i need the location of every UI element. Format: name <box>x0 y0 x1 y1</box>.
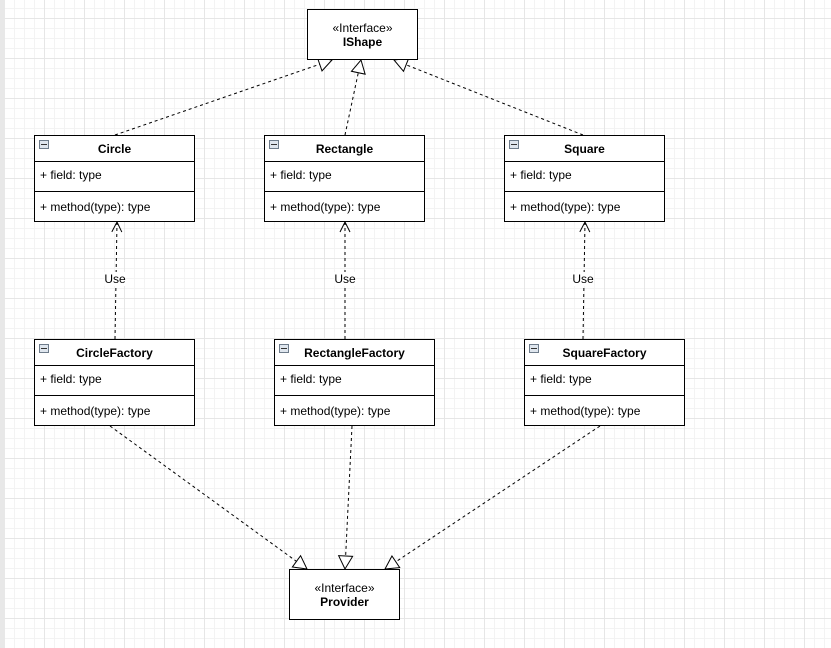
use-label: Use <box>334 272 356 286</box>
collapse-icon[interactable] <box>279 344 289 353</box>
realization-arrowhead <box>337 555 354 571</box>
interface-provider[interactable]: «Interface» Provider <box>289 569 400 620</box>
class-name: CircleFactory <box>76 346 153 360</box>
use-label: Use <box>104 272 126 286</box>
class-name: SquareFactory <box>562 346 647 360</box>
collapse-icon[interactable] <box>269 140 279 149</box>
realization-arrowhead <box>393 57 410 73</box>
class-method[interactable]: + method(type): type <box>505 192 664 222</box>
collapse-icon[interactable] <box>39 140 49 149</box>
use-label: Use <box>572 272 594 286</box>
class-method[interactable]: + method(type): type <box>35 396 194 426</box>
interface-name: Provider <box>320 594 369 609</box>
connectors <box>109 57 601 571</box>
collapse-icon[interactable] <box>509 140 519 149</box>
class-name: Circle <box>97 142 132 156</box>
class-circle-factory[interactable]: CircleFactory + field: type + method(typ… <box>34 339 195 426</box>
realization-arrowhead <box>291 554 308 570</box>
circle-implements-ishape[interactable] <box>114 63 320 136</box>
class-method[interactable]: + method(type): type <box>35 192 194 222</box>
class-field[interactable]: + field: type <box>35 366 194 396</box>
class-rectangle[interactable]: Rectangle + field: type + method(type): … <box>264 135 425 222</box>
class-name: Square <box>564 142 605 156</box>
class-field[interactable]: + field: type <box>35 162 194 192</box>
interface-name: IShape <box>342 34 383 49</box>
collapse-icon[interactable] <box>529 344 539 353</box>
class-method[interactable]: + method(type): type <box>525 396 684 426</box>
class-field[interactable]: + field: type <box>275 366 434 396</box>
class-field[interactable]: + field: type <box>265 162 424 192</box>
class-name: RectangleFactory <box>304 346 405 360</box>
interface-ishape[interactable]: «Interface» IShape <box>307 9 418 60</box>
stereotype: «Interface» <box>314 580 375 595</box>
class-field[interactable]: + field: type <box>505 162 664 192</box>
collapse-icon[interactable] <box>39 344 49 353</box>
realization-arrowhead <box>384 554 401 570</box>
class-method[interactable]: + method(type): type <box>275 396 434 426</box>
class-square-factory[interactable]: SquareFactory + field: type + method(typ… <box>524 339 685 426</box>
class-rectangle-factory[interactable]: RectangleFactory + field: type + method(… <box>274 339 435 426</box>
class-name: Rectangle <box>315 142 374 156</box>
square-implements-ishape[interactable] <box>405 64 584 136</box>
stereotype: «Interface» <box>332 20 393 35</box>
circlefactory-implements-provider[interactable] <box>109 425 297 562</box>
rectanglefactory-implements-provider[interactable] <box>345 425 353 557</box>
class-method[interactable]: + method(type): type <box>265 192 424 222</box>
class-square[interactable]: Square + field: type + method(type): typ… <box>504 135 665 222</box>
squarefactory-implements-provider[interactable] <box>395 425 601 563</box>
rectangle-implements-ishape[interactable] <box>344 72 359 136</box>
realization-arrowhead <box>350 58 366 75</box>
class-circle[interactable]: Circle + field: type + method(type): typ… <box>34 135 195 222</box>
class-field[interactable]: + field: type <box>525 366 684 396</box>
